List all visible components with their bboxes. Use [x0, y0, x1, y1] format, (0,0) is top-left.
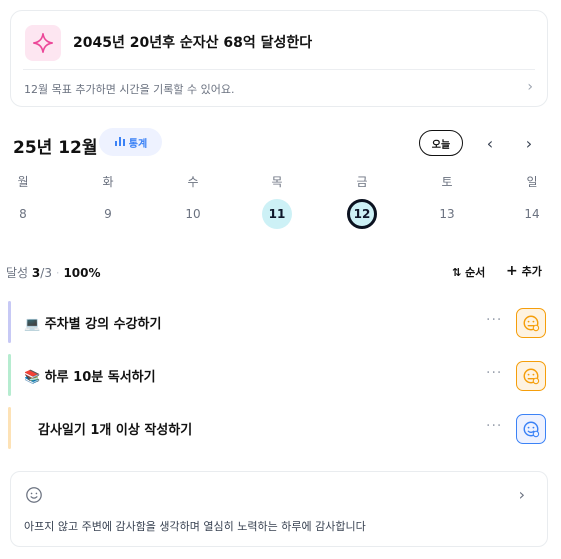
stats-label: 통계	[128, 138, 148, 150]
stats-button[interactable]: 통계	[99, 128, 162, 156]
next-week-button[interactable]: ›	[517, 131, 541, 155]
task-label: 📚 하루 10분 독서하기	[24, 370, 156, 385]
task-row[interactable]: 감사일기 1개 이상 작성하기 ···	[8, 407, 553, 449]
face-status-icon[interactable]	[516, 414, 546, 444]
task-color-bar	[8, 407, 11, 449]
day-cell-selected[interactable]: 12	[347, 199, 377, 229]
day-cell[interactable]: 9	[93, 199, 123, 229]
progress-summary: 달성 3/3 · 100%	[6, 266, 101, 280]
bar-chart-icon	[114, 135, 126, 150]
plus-icon: +	[506, 263, 518, 279]
face-status-icon[interactable]	[516, 361, 546, 391]
gratitude-card[interactable]: › 아프지 않고 주변에 감사함을 생각하며 열심히 노력하는 하루에 감사합니…	[10, 471, 548, 547]
goal-title: 2045년 20년후 순자산 68억 달성한다	[73, 35, 313, 51]
day-cell[interactable]: 10	[178, 199, 208, 229]
sort-icon: ⇅	[452, 266, 462, 279]
day-cell[interactable]: 8	[8, 199, 38, 229]
month-label: 25년 12월	[13, 138, 98, 158]
task-label: 감사일기 1개 이상 작성하기	[38, 423, 193, 438]
task-row[interactable]: 💻 주차별 강의 수강하기 ···	[8, 301, 553, 343]
prev-week-button[interactable]: ‹	[478, 131, 502, 155]
chevron-right-icon[interactable]: ›	[527, 79, 533, 95]
weekday-label: 일	[526, 175, 538, 189]
task-color-bar	[8, 301, 11, 343]
sort-order-button[interactable]: ⇅ 순서	[452, 264, 485, 280]
weekday-label: 금	[356, 175, 368, 189]
sparkle-icon	[25, 25, 61, 61]
face-status-icon[interactable]	[516, 308, 546, 338]
more-icon[interactable]: ···	[486, 418, 502, 434]
progress-percent: 100%	[63, 266, 101, 280]
day-cell[interactable]: 14	[517, 199, 547, 229]
day-cell-completed[interactable]: 11	[262, 199, 292, 229]
progress-label: 달성	[6, 266, 29, 280]
more-icon[interactable]: ···	[486, 312, 502, 328]
weekday-label: 화	[102, 175, 114, 189]
day-cell[interactable]: 13	[432, 199, 462, 229]
gratitude-text: 아프지 않고 주변에 감사함을 생각하며 열심히 노력하는 하루에 감사합니다	[24, 520, 366, 533]
more-icon[interactable]: ···	[486, 365, 502, 381]
goal-card[interactable]: 2045년 20년후 순자산 68억 달성한다 12월 목표 추가하면 시간을 …	[10, 10, 548, 107]
order-label: 순서	[465, 266, 486, 279]
add-task-button[interactable]: + 추가	[506, 263, 542, 279]
progress-total: /3	[40, 266, 52, 280]
chevron-right-icon[interactable]: ›	[519, 485, 525, 504]
today-button[interactable]: 오늘	[419, 130, 463, 156]
weekday-label: 월	[17, 175, 29, 189]
task-label: 💻 주차별 강의 수강하기	[24, 317, 162, 332]
task-color-bar	[8, 354, 11, 396]
weekday-label: 토	[441, 175, 453, 189]
weekday-label: 수	[187, 175, 199, 189]
add-label: 추가	[521, 265, 542, 278]
task-row[interactable]: 📚 하루 10분 독서하기 ···	[8, 354, 553, 396]
divider	[23, 69, 535, 70]
goal-hint: 12월 목표 추가하면 시간을 기록할 수 있어요.	[24, 83, 235, 96]
weekday-label: 목	[271, 175, 283, 189]
smile-icon	[25, 486, 43, 508]
